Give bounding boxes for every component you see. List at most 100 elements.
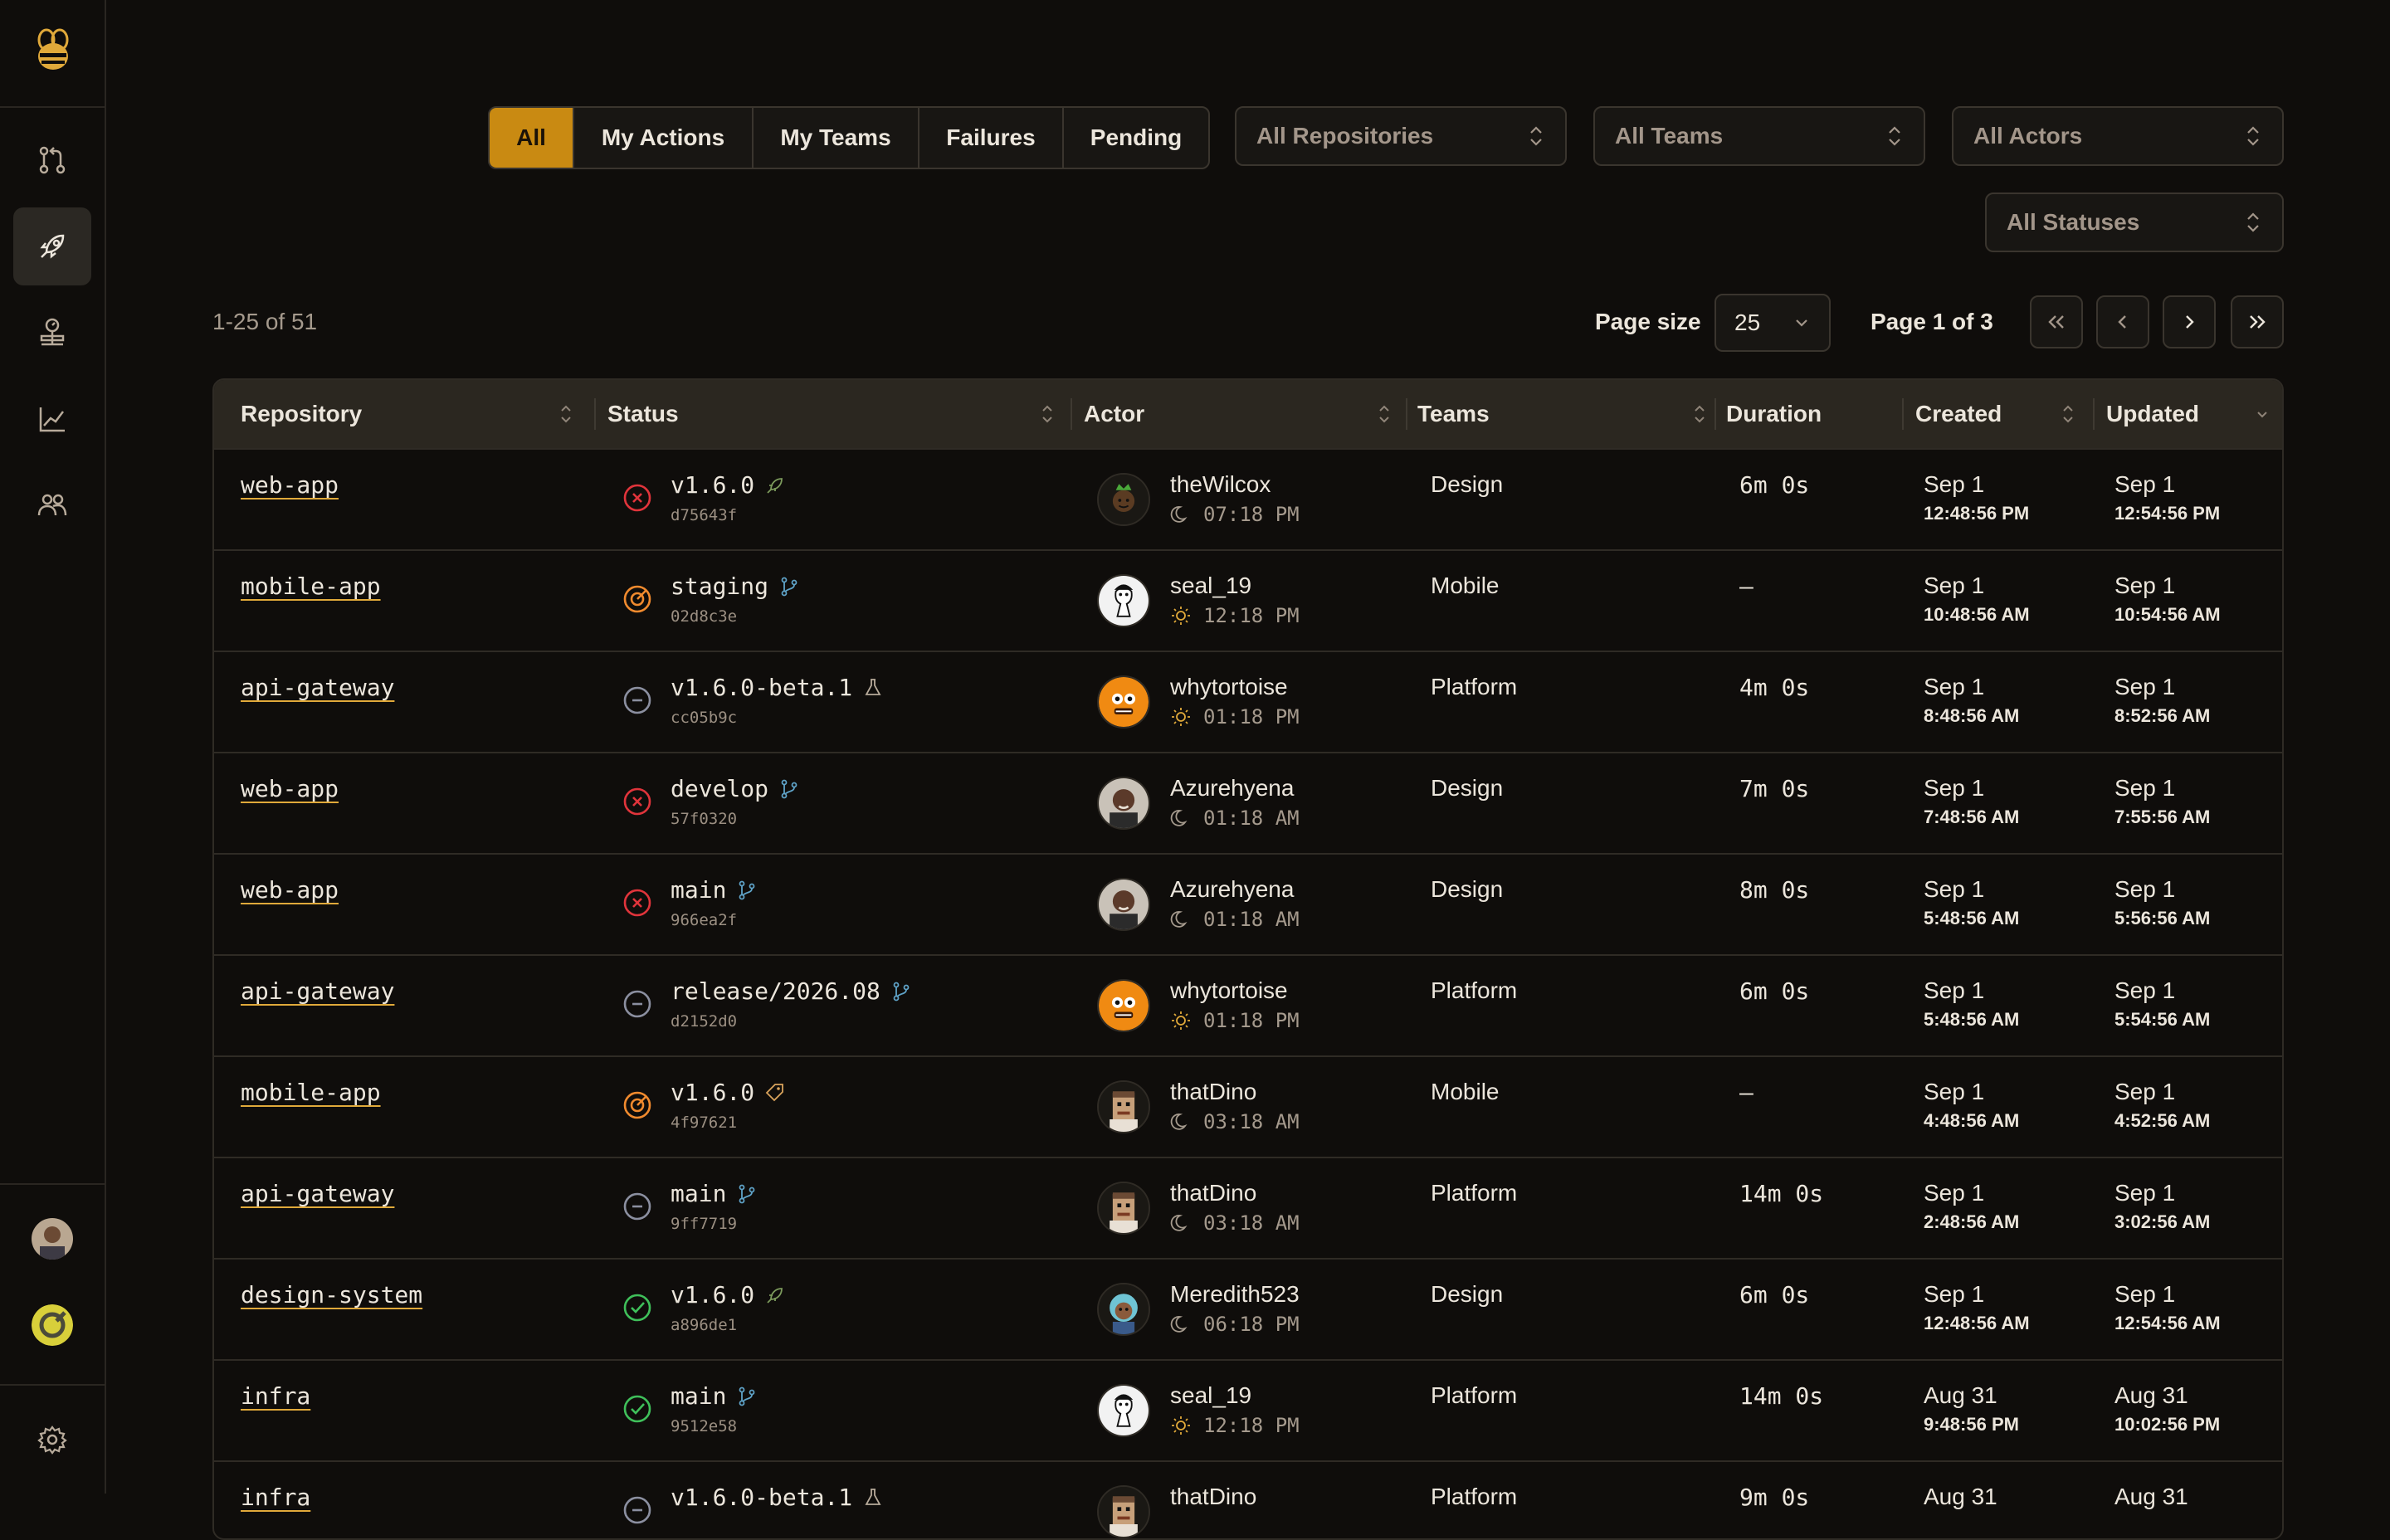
sidebar-divider [0,1384,105,1386]
tab-all[interactable]: All [490,108,574,168]
bee-logo-icon[interactable] [28,27,78,76]
next-page-button[interactable] [2163,295,2216,348]
ref-label: v1.6.0 [671,1281,786,1309]
duration-value: 6m 0s [1739,1281,1810,1309]
teams-cell: Mobile [1417,1057,1716,1157]
signpost-icon [40,318,65,346]
status-running-icon [622,584,652,614]
table-row[interactable]: design-system v1.6.0 a896de1 Meredith523… [214,1258,2282,1359]
column-header-updated[interactable]: Updated [2106,380,2282,448]
commit-sha: a896de1 [671,1316,738,1334]
column-header-status[interactable]: Status [607,380,1069,448]
nav-settings[interactable] [13,1401,91,1479]
column-header-created[interactable]: Created [1915,380,2090,448]
rocket-icon [754,1284,786,1306]
ref-name: develop [671,775,769,802]
table-row[interactable]: api-gateway v1.6.0-beta.1 cc05b9c whytor… [214,651,2282,752]
duration-cell: – [1726,1057,1909,1157]
table-row[interactable]: api-gateway main 9ff7719 thatDino 03:18 … [214,1157,2282,1258]
repository-link[interactable]: mobile-app [241,573,381,600]
duration-cell: – [1726,551,1909,651]
org-avatar[interactable] [32,1304,73,1346]
repository-link[interactable]: design-system [241,1281,422,1309]
repository-link[interactable]: infra [241,1382,310,1410]
repository-link[interactable]: web-app [241,471,339,499]
tab-pending[interactable]: Pending [1064,108,1208,168]
updated-time: 3:02:56 AM [2114,1211,2211,1232]
updated-cell: Aug 31 [2106,1462,2282,1538]
nav-analytics[interactable] [13,380,91,458]
actors-select[interactable]: All Actors [1952,106,2284,166]
updated-time: 12:54:56 AM [2114,1313,2221,1333]
commit-sha: 02d8c3e [671,607,738,626]
chevrons-right-icon [2250,315,2266,329]
tab-my-teams[interactable]: My Teams [754,108,919,168]
repository-link[interactable]: api-gateway [241,674,394,701]
created-time: 2:48:56 AM [1924,1211,2020,1232]
column-header-teams[interactable]: Teams [1417,380,1721,448]
column-header-repository[interactable]: Repository [241,380,588,448]
duration-cell: 8m 0s [1726,855,1909,954]
created-cell: Sep 1 4:48:56 AM [1915,1057,2098,1157]
updated-date: Sep 1 [2114,876,2176,902]
column-label: Duration [1726,401,1822,426]
actor-time-text: 01:18 AM [1203,807,1300,830]
actor-name: Meredith523 [1170,1281,1300,1307]
repository-cell: infra [214,1462,604,1538]
first-page-button[interactable] [2030,295,2083,348]
table-row[interactable]: web-app v1.6.0 d75643f theWilcox 07:18 P… [214,448,2282,549]
repository-link[interactable]: api-gateway [241,977,394,1005]
actor-avatar [1097,675,1150,729]
team-name: Mobile [1431,1079,1500,1104]
table-row[interactable]: infra main 9512e58 seal_19 12:18 PM Plat… [214,1359,2282,1460]
nav-environments[interactable] [13,294,91,372]
table-row[interactable]: mobile-app staging 02d8c3e seal_19 12:18… [214,549,2282,651]
repository-link[interactable]: api-gateway [241,1180,394,1207]
nav-pull-requests[interactable] [13,121,91,199]
ref-label: v1.6.0-beta.1 [671,1484,884,1511]
repository-link[interactable]: web-app [241,876,339,904]
updated-cell: Sep 1 12:54:56 AM [2106,1260,2282,1359]
page-size-select[interactable]: 25 [1714,294,1831,352]
actor-avatar [1097,574,1150,627]
repository-link[interactable]: infra [241,1484,310,1511]
duration-value: – [1739,573,1753,600]
statuses-select[interactable]: All Statuses [1985,192,2284,252]
column-label: Repository [241,401,363,426]
updated-cell: Sep 1 12:54:56 PM [2106,450,2282,549]
table-row[interactable]: infra v1.6.0-beta.1 thatDino Platform 9m… [214,1460,2282,1538]
branch-icon [768,778,800,800]
ref-label: main [671,876,758,904]
repository-cell: infra [214,1361,604,1460]
actor-name: seal_19 [1170,573,1252,598]
nav-deployments[interactable] [13,207,91,285]
table-row[interactable]: mobile-app v1.6.0 4f97621 thatDino 03:18… [214,1055,2282,1157]
table-row[interactable]: web-app main 966ea2f Azurehyena 01:18 AM… [214,853,2282,954]
repository-link[interactable]: mobile-app [241,1079,381,1106]
table-row[interactable]: api-gateway release/2026.08 d2152d0 whyt… [214,954,2282,1055]
moon-icon [1170,909,1203,930]
created-time: 7:48:56 AM [1924,807,2020,827]
repository-cell: api-gateway [214,956,604,1055]
status-cell: v1.6.0 a896de1 [607,1260,1072,1359]
created-time: 5:48:56 AM [1924,1009,2020,1030]
moon-icon [1170,1111,1203,1133]
actor-cell: Azurehyena 01:18 AM [1084,753,1416,853]
status-failed-icon [622,787,652,816]
repository-link[interactable]: web-app [241,775,339,802]
column-header-actor[interactable]: Actor [1084,380,1406,448]
user-avatar[interactable] [32,1218,73,1260]
sidebar-divider [0,1183,105,1185]
tab-failures[interactable]: Failures [919,108,1064,168]
last-page-button[interactable] [2231,295,2284,348]
commit-sha: d75643f [671,506,738,524]
teams-select[interactable]: All Teams [1593,106,1925,166]
previous-page-button[interactable] [2096,295,2149,348]
table-row[interactable]: web-app develop 57f0320 Azurehyena 01:18… [214,752,2282,853]
created-time: 4:48:56 AM [1924,1110,2020,1131]
updated-time: 7:55:56 AM [2114,807,2211,827]
nav-teams[interactable] [13,466,91,544]
repository-cell: design-system [214,1260,604,1359]
tab-my-actions[interactable]: My Actions [574,108,754,168]
repositories-select[interactable]: All Repositories [1235,106,1567,166]
